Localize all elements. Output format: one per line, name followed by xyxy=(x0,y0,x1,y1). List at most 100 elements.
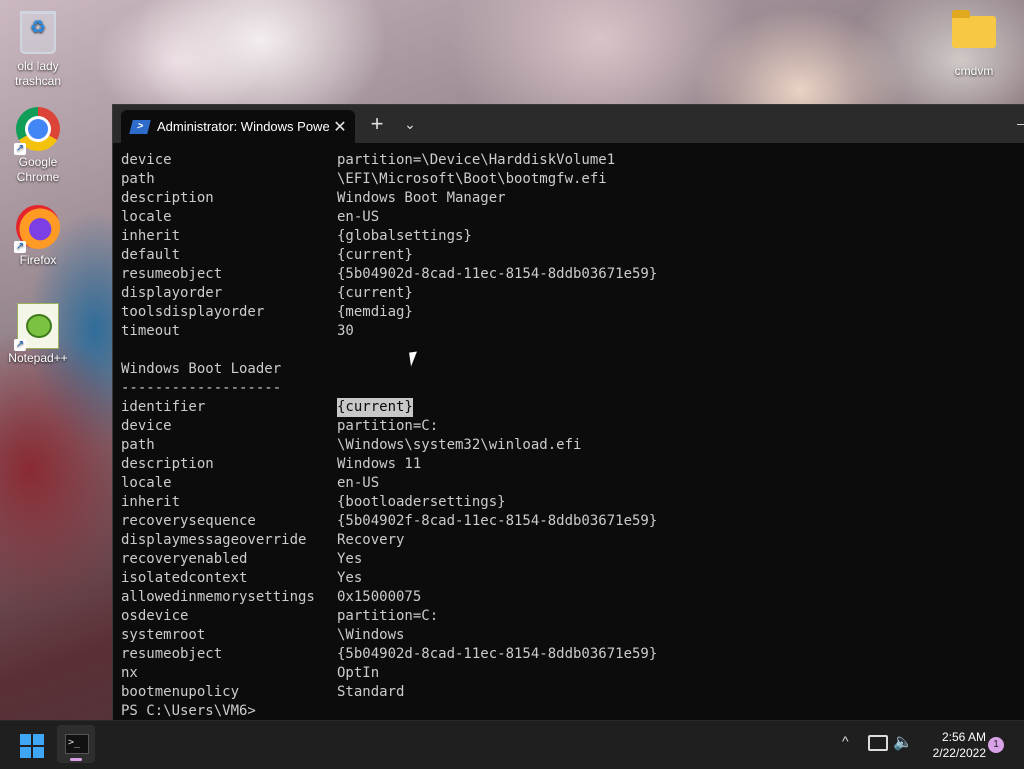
console-line: locale en-US xyxy=(121,208,1024,227)
line-key: default xyxy=(121,247,181,263)
taskbar-terminal-button[interactable]: >_ xyxy=(57,725,95,763)
terminal-icon: >_ xyxy=(65,734,89,754)
line-value: {memdiag} xyxy=(337,304,413,320)
volume-icon[interactable]: 🔈 xyxy=(893,732,913,752)
shortcut-arrow-icon: ↗ xyxy=(14,241,26,253)
console-line: systemroot \Windows xyxy=(121,626,1024,645)
desktop-icon-google-chrome[interactable]: ↗ Google Chrome xyxy=(0,107,76,185)
line-key: path xyxy=(121,171,155,187)
desktop-icon-notepad-plus-plus[interactable]: ↗ Notepad++ xyxy=(0,303,76,366)
desktop-icon-firefox[interactable]: ↗ Firefox xyxy=(0,205,76,268)
line-key: device xyxy=(121,152,172,168)
line-key: systemroot xyxy=(121,627,206,643)
recycle-bin-icon xyxy=(16,11,60,55)
console-line: displaymessageoverride Recovery xyxy=(121,531,1024,550)
console-line: resumeobject {5b04902d-8cad-11ec-8154-8dd… xyxy=(121,265,1024,284)
active-indicator xyxy=(70,758,82,761)
console-output[interactable]: device partition=\Device\HarddiskVolume1 p… xyxy=(121,151,1024,721)
line-key: toolsdisplayorder xyxy=(121,304,265,320)
line-value: Windows Boot Manager xyxy=(337,190,506,206)
line-key: nx xyxy=(121,665,138,681)
network-icon[interactable] xyxy=(868,735,888,751)
line-value: en-US xyxy=(337,209,380,225)
line-value: {current} xyxy=(337,247,413,263)
line-key: displayorder xyxy=(121,285,223,301)
line-value: {5b04902d-8cad-11ec-8154-8ddb03671e59} xyxy=(337,646,658,662)
clock-time: 2:56 AM xyxy=(941,730,986,744)
terminal-window[interactable]: > Administrator: Windows PowerS ✕ + ⌄ – … xyxy=(112,104,1024,721)
line-value: Standard xyxy=(337,684,405,700)
show-hidden-icons-button[interactable]: ^ xyxy=(842,733,849,749)
line-key: description xyxy=(121,456,214,472)
line-value: Recovery xyxy=(337,532,405,548)
line-value: partition=\Device\HarddiskVolume1 xyxy=(337,152,616,168)
desktop-icon-label: Google Chrome xyxy=(16,155,60,184)
line-key: Windows Boot Loader xyxy=(121,361,282,377)
line-value: {current} xyxy=(337,285,413,301)
desktop-icon-recycle-bin[interactable]: old lady trashcan xyxy=(0,8,76,89)
line-key: resumeobject xyxy=(121,266,223,282)
clock[interactable]: 2:56 AM 2/22/2022 xyxy=(920,729,986,761)
line-key: recoverysequence xyxy=(121,513,256,529)
console-line: inherit {bootloadersettings} xyxy=(121,493,1024,512)
line-key: locale xyxy=(121,475,172,491)
selected-text: {current} xyxy=(337,398,413,417)
line-key: allowedinmemorysettings xyxy=(121,589,315,605)
windows-logo-icon xyxy=(20,734,31,745)
line-key: ------------------- xyxy=(121,380,282,396)
console-line: nx OptIn xyxy=(121,664,1024,683)
console-line: description Windows Boot Manager xyxy=(121,189,1024,208)
console-line: displayorder {current} xyxy=(121,284,1024,303)
line-value: partition=C: xyxy=(337,418,439,434)
console-line: ------------------- xyxy=(121,379,1024,398)
line-value: Windows 11 xyxy=(337,456,422,472)
desktop-icon-cmdvm-folder[interactable]: cmdvm xyxy=(936,8,1012,79)
line-key: inherit xyxy=(121,228,181,244)
console-line: recoverysequence {5b04902f-8cad-11ec-8154… xyxy=(121,512,1024,531)
console-line: recoveryenabled Yes xyxy=(121,550,1024,569)
console-line: locale en-US xyxy=(121,474,1024,493)
console-line: inherit {globalsettings} xyxy=(121,227,1024,246)
shortcut-arrow-icon: ↗ xyxy=(14,339,26,351)
line-value: {5b04902d-8cad-11ec-8154-8ddb03671e59} xyxy=(337,266,658,282)
line-value: \EFI\Microsoft\Boot\bootmgfw.efi xyxy=(337,171,607,187)
console-line: path \EFI\Microsoft\Boot\bootmgfw.efi xyxy=(121,170,1024,189)
line-value: 0x15000075 xyxy=(337,589,422,605)
line-key: timeout xyxy=(121,323,181,339)
console-line: toolsdisplayorder {memdiag} xyxy=(121,303,1024,322)
chrome-icon: ↗ xyxy=(14,107,60,155)
notification-badge[interactable]: 1 xyxy=(988,737,1004,753)
minimize-button[interactable]: – xyxy=(1017,115,1024,131)
terminal-tab-bar: > Administrator: Windows PowerS ✕ + ⌄ – xyxy=(113,105,1024,143)
console-line: timeout 30 xyxy=(121,322,1024,341)
line-value: partition=C: xyxy=(337,608,439,624)
console-line: Windows Boot Loader xyxy=(121,360,1024,379)
line-value: Yes xyxy=(337,570,363,586)
line-key: device xyxy=(121,418,172,434)
new-tab-button[interactable]: + xyxy=(365,112,389,136)
line-value: {bootloadersettings} xyxy=(337,494,506,510)
console-line: bootmenupolicy Standard xyxy=(121,683,1024,702)
folder-icon xyxy=(952,10,996,60)
desktop-icon-label: Notepad++ xyxy=(8,351,68,365)
line-key: displaymessageoverride xyxy=(121,532,307,548)
firefox-icon: ↗ xyxy=(14,205,60,253)
shortcut-arrow-icon: ↗ xyxy=(14,143,26,155)
terminal-tab[interactable]: > Administrator: Windows PowerS ✕ xyxy=(121,110,355,143)
console-line: isolatedcontext Yes xyxy=(121,569,1024,588)
line-value: 30 xyxy=(337,323,354,339)
console-line: default {current} xyxy=(121,246,1024,265)
notepad-plus-plus-icon: ↗ xyxy=(14,303,60,351)
line-key: osdevice xyxy=(121,608,189,624)
close-tab-button[interactable]: ✕ xyxy=(329,117,351,137)
chevron-down-icon[interactable]: ⌄ xyxy=(399,112,421,136)
line-key: description xyxy=(121,190,214,206)
taskbar: >_ ^ 🔈 2:56 AM 2/22/2022 1 xyxy=(0,720,1024,769)
line-value: \Windows\system32\winload.efi xyxy=(337,437,582,453)
desktop-icon-label: old lady trashcan xyxy=(14,59,62,88)
line-value: en-US xyxy=(337,475,380,491)
start-button[interactable] xyxy=(20,734,44,758)
tab-title: Administrator: Windows PowerS xyxy=(157,119,329,134)
command-prompt[interactable]: PS C:\Users\VM6> xyxy=(121,702,1024,721)
